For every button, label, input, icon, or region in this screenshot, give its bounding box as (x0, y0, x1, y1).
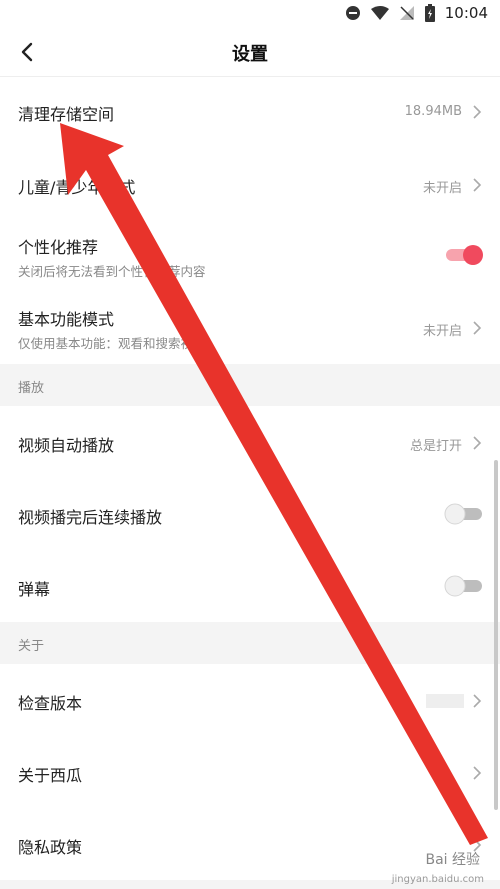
row-label: 视频播完后连续播放 (18, 508, 163, 527)
wifi-icon (370, 6, 389, 20)
clock: 10:04 (444, 4, 488, 22)
continuous-play-toggle[interactable] (444, 503, 484, 525)
kids-mode-value: 未开启 (422, 181, 462, 196)
chevron-right-icon (473, 105, 482, 119)
top-nav-bar: 设置 (0, 28, 500, 77)
settings-row-check-version[interactable]: 检查版本 (0, 664, 500, 736)
scrollbar[interactable] (494, 460, 498, 810)
chevron-right-icon (473, 436, 482, 450)
row-sublabel: 仅使用基本功能：观看和搜索视频 (18, 336, 206, 351)
section-header-play: 播放 (0, 364, 500, 406)
settings-row-basic-mode[interactable]: 基本功能模式 仅使用基本功能：观看和搜索视频 未开启 (0, 292, 500, 364)
section-label: 播放 (18, 381, 45, 396)
row-label: 关于西瓜 (18, 766, 83, 785)
settings-row-kids-mode[interactable]: 儿童/青少年模式 未开启 (0, 148, 500, 220)
basic-mode-value: 未开启 (422, 324, 462, 339)
storage-size-value: 18.94MB (404, 104, 462, 119)
watermark-url: jingyan.baidu.com (391, 874, 484, 885)
chevron-right-icon (473, 694, 482, 708)
row-label: 隐私政策 (18, 838, 83, 857)
battery-icon (424, 4, 435, 22)
row-label: 个性化推荐 (18, 238, 99, 257)
personalized-recommend-toggle[interactable] (444, 244, 484, 266)
row-label: 清理存储空间 (18, 105, 115, 124)
chevron-right-icon (473, 178, 482, 192)
row-label: 弹幕 (18, 580, 51, 599)
settings-row-privacy-policy[interactable]: 隐私政策 (0, 808, 500, 880)
chevron-right-icon (473, 766, 482, 780)
baidu-jingyan-watermark: Bai 经验 (425, 852, 480, 868)
do-not-disturb-icon (345, 6, 360, 20)
row-label: 检查版本 (18, 694, 83, 713)
section-header-about: 关于 (0, 622, 500, 664)
danmaku-toggle[interactable] (444, 575, 484, 597)
row-sublabel: 关闭后将无法看到个性化推荐内容 (18, 264, 206, 279)
page-title: 设置 (232, 44, 268, 65)
row-label: 基本功能模式 (18, 310, 115, 329)
settings-row-personalized-recommend: 个性化推荐 关闭后将无法看到个性化推荐内容 (0, 220, 500, 292)
blurred-version-value (426, 694, 464, 708)
status-bar: 10:04 (0, 0, 500, 28)
settings-row-danmaku: 弹幕 (0, 550, 500, 622)
autoplay-value: 总是打开 (409, 439, 462, 454)
chevron-right-icon (473, 321, 482, 335)
settings-row-continuous-play: 视频播完后连续播放 (0, 478, 500, 550)
settings-row-autoplay[interactable]: 视频自动播放 总是打开 (0, 406, 500, 478)
no-signal-icon (399, 6, 414, 20)
section-label: 关于 (18, 639, 45, 654)
settings-row-about-xigua[interactable]: 关于西瓜 (0, 736, 500, 808)
settings-row-clear-storage[interactable]: 清理存储空间 18.94MB (0, 77, 500, 147)
row-label: 儿童/青少年模式 (18, 178, 136, 197)
row-label: 视频自动播放 (18, 436, 115, 455)
